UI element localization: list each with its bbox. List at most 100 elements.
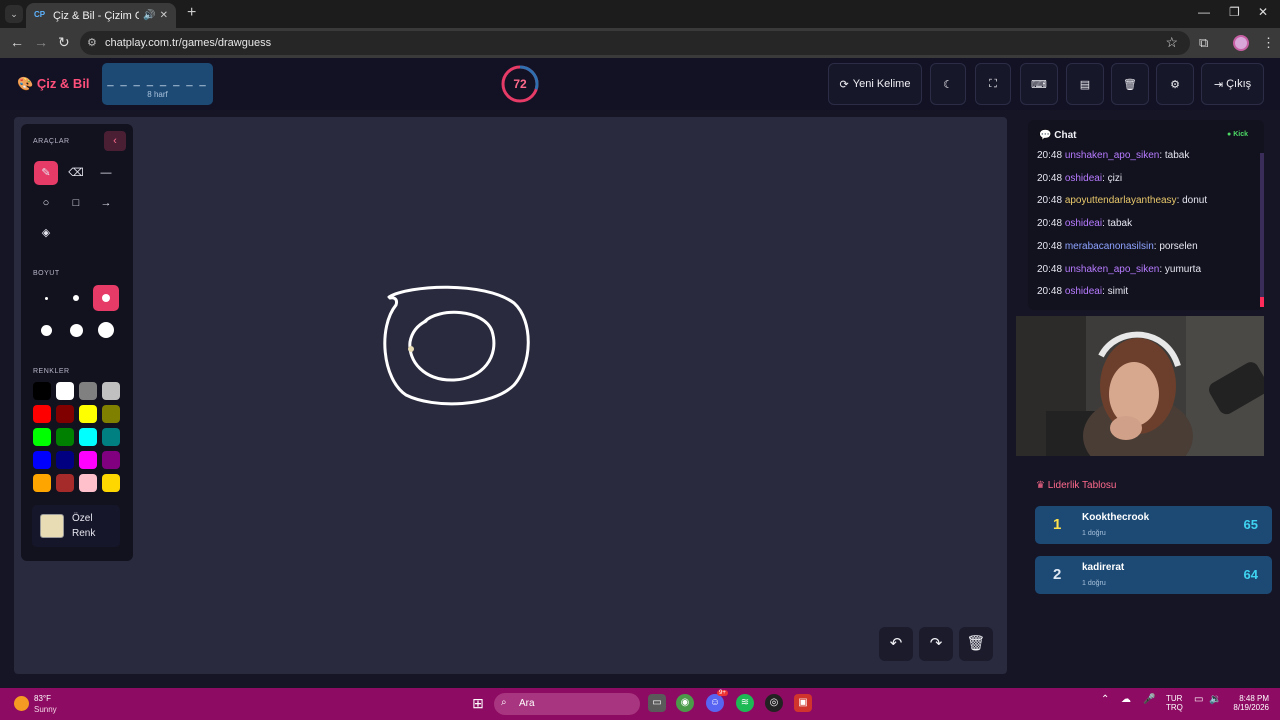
menu-icon[interactable]: ⋮ [1262, 35, 1275, 51]
arrow-right-icon: → [100, 197, 112, 209]
message-user[interactable]: oshideai [1065, 218, 1102, 229]
color-swatch[interactable] [79, 428, 97, 446]
delete-button[interactable]: 🗑 [1111, 63, 1149, 105]
eraser-tool[interactable]: ⌫ [64, 161, 88, 185]
close-window-button[interactable]: ✕ [1258, 5, 1268, 19]
size-1[interactable] [33, 285, 59, 311]
message-user[interactable]: unshaken_apo_siken [1065, 150, 1160, 161]
custom-color-chip[interactable] [40, 514, 64, 538]
message-user[interactable]: oshideai [1065, 173, 1102, 184]
color-swatch[interactable] [33, 382, 51, 400]
app-icon[interactable]: ▣ [794, 694, 812, 712]
color-swatch[interactable] [102, 451, 120, 469]
extensions-icon[interactable]: ⧉ [1199, 35, 1208, 51]
chat-scrollbar[interactable] [1260, 153, 1264, 307]
clock[interactable]: 8:48 PM 8/19/2026 [1229, 694, 1269, 712]
chat-panel [1028, 120, 1264, 310]
search-icon: ⌕ [501, 697, 507, 708]
new-tab-button[interactable]: + [187, 4, 196, 22]
omnibox[interactable]: ⚙ chatplay.com.tr/games/drawguess ☆ [80, 31, 1190, 55]
tray-chevron-icon[interactable]: ⌃ [1101, 694, 1109, 705]
brush-tool[interactable]: ✎ [34, 161, 58, 185]
fullscreen-button[interactable]: ⛶ [975, 63, 1011, 105]
message-user[interactable]: merabacanonasilsin [1065, 241, 1154, 252]
size-6[interactable] [93, 317, 119, 343]
back-button[interactable]: ← [10, 34, 24, 50]
color-swatch[interactable] [102, 428, 120, 446]
color-swatch[interactable] [79, 474, 97, 492]
color-swatch[interactable] [79, 451, 97, 469]
app-logo: 🎨 Çiz & Bil [17, 76, 90, 92]
paint-bucket-icon: ◈ [41, 227, 51, 239]
color-swatch[interactable] [56, 382, 74, 400]
exit-button[interactable]: ⇥ Çıkış [1201, 63, 1264, 105]
url-text[interactable]: chatplay.com.tr/games/drawguess [105, 37, 271, 49]
arrow-tool[interactable]: → [94, 191, 118, 215]
message-user[interactable]: apoyuttendarlayantheasy [1065, 195, 1177, 206]
dark-mode-button[interactable]: ☾ [930, 63, 966, 105]
chrome-icon[interactable]: ◉ [676, 694, 694, 712]
color-swatch[interactable] [33, 451, 51, 469]
rectangle-tool[interactable]: □ [64, 191, 88, 215]
color-swatch[interactable] [56, 405, 74, 423]
color-swatch[interactable] [56, 451, 74, 469]
forward-button[interactable]: → [34, 34, 48, 50]
network-icon[interactable]: ▭ [1194, 694, 1203, 705]
color-swatch[interactable] [102, 474, 120, 492]
tab-search-button[interactable]: ⌄ [5, 5, 23, 23]
chat-message: 20:48 merabacanonasilsin: porselen [1037, 241, 1198, 252]
chat-scroll-thumb[interactable] [1260, 297, 1264, 307]
message-time: 20:48 [1037, 240, 1063, 252]
collapse-tools-button[interactable]: ‹ [104, 131, 126, 151]
new-word-button[interactable]: ⟳ Yeni Kelime [828, 63, 922, 105]
settings-button[interactable]: ⚙ [1156, 63, 1194, 105]
clear-canvas-button[interactable]: 🗑 [959, 627, 993, 661]
custom-color-button[interactable]: Özel Renk [32, 505, 120, 547]
size-5[interactable] [63, 317, 89, 343]
color-swatch[interactable] [102, 382, 120, 400]
redo-button[interactable]: ↷ [919, 627, 953, 661]
volume-icon[interactable]: 🔉 [1209, 694, 1221, 705]
color-swatch[interactable] [33, 405, 51, 423]
taskbar-search[interactable]: ⌕ Ara [494, 693, 640, 715]
size-4[interactable] [33, 317, 59, 343]
chat-message: 20:48 oshideai: tabak [1037, 218, 1132, 229]
windows-start-icon[interactable]: ⊞ [469, 694, 487, 712]
color-swatch[interactable] [79, 405, 97, 423]
obs-icon[interactable]: ◎ [765, 694, 783, 712]
line-tool[interactable]: — [94, 161, 118, 185]
color-swatch[interactable] [79, 382, 97, 400]
tab-close-icon[interactable]: ✕ [160, 10, 168, 21]
color-swatch[interactable] [33, 474, 51, 492]
spotify-icon[interactable]: ≋ [736, 694, 754, 712]
minimize-button[interactable]: — [1198, 5, 1210, 19]
message-text: : porselen [1153, 240, 1198, 252]
reload-button[interactable]: ↻ [58, 34, 70, 51]
undo-button[interactable]: ↶ [879, 627, 913, 661]
speaker-icon[interactable]: 🔊 [143, 10, 155, 21]
keyboard-button[interactable]: ⌨ [1020, 63, 1058, 105]
cloud-icon[interactable]: ☁ [1121, 694, 1131, 705]
circle-tool[interactable]: ○ [34, 191, 58, 215]
color-swatch[interactable] [33, 428, 51, 446]
discord-icon[interactable]: ☺ [706, 694, 724, 712]
size-2[interactable] [63, 285, 89, 311]
size-3[interactable] [93, 285, 119, 311]
browser-tab[interactable]: CP Çiz & Bil - Çizim Oyunu 🔊 ✕ [26, 3, 176, 28]
profile-avatar[interactable] [1233, 35, 1249, 51]
task-view-icon[interactable]: ▭ [648, 694, 666, 712]
fill-tool[interactable]: ◈ [34, 221, 58, 245]
message-user[interactable]: oshideai [1065, 286, 1102, 297]
site-info-icon[interactable]: ⚙ [87, 36, 97, 49]
color-swatch[interactable] [56, 428, 74, 446]
color-swatch[interactable] [102, 405, 120, 423]
input-language[interactable]: TUR TRQ [1166, 694, 1183, 712]
drawing-canvas[interactable] [14, 117, 1007, 674]
message-user[interactable]: unshaken_apo_siken [1065, 264, 1160, 275]
color-swatch[interactable] [56, 474, 74, 492]
microphone-icon[interactable]: 🎤 [1143, 694, 1155, 705]
archive-button[interactable]: ▤ [1066, 63, 1104, 105]
bookmark-star-icon[interactable]: ☆ [1165, 34, 1178, 51]
address-bar-row: ← → ↻ ⚙ chatplay.com.tr/games/drawguess … [0, 28, 1280, 58]
maximize-button[interactable]: ❐ [1229, 5, 1240, 19]
